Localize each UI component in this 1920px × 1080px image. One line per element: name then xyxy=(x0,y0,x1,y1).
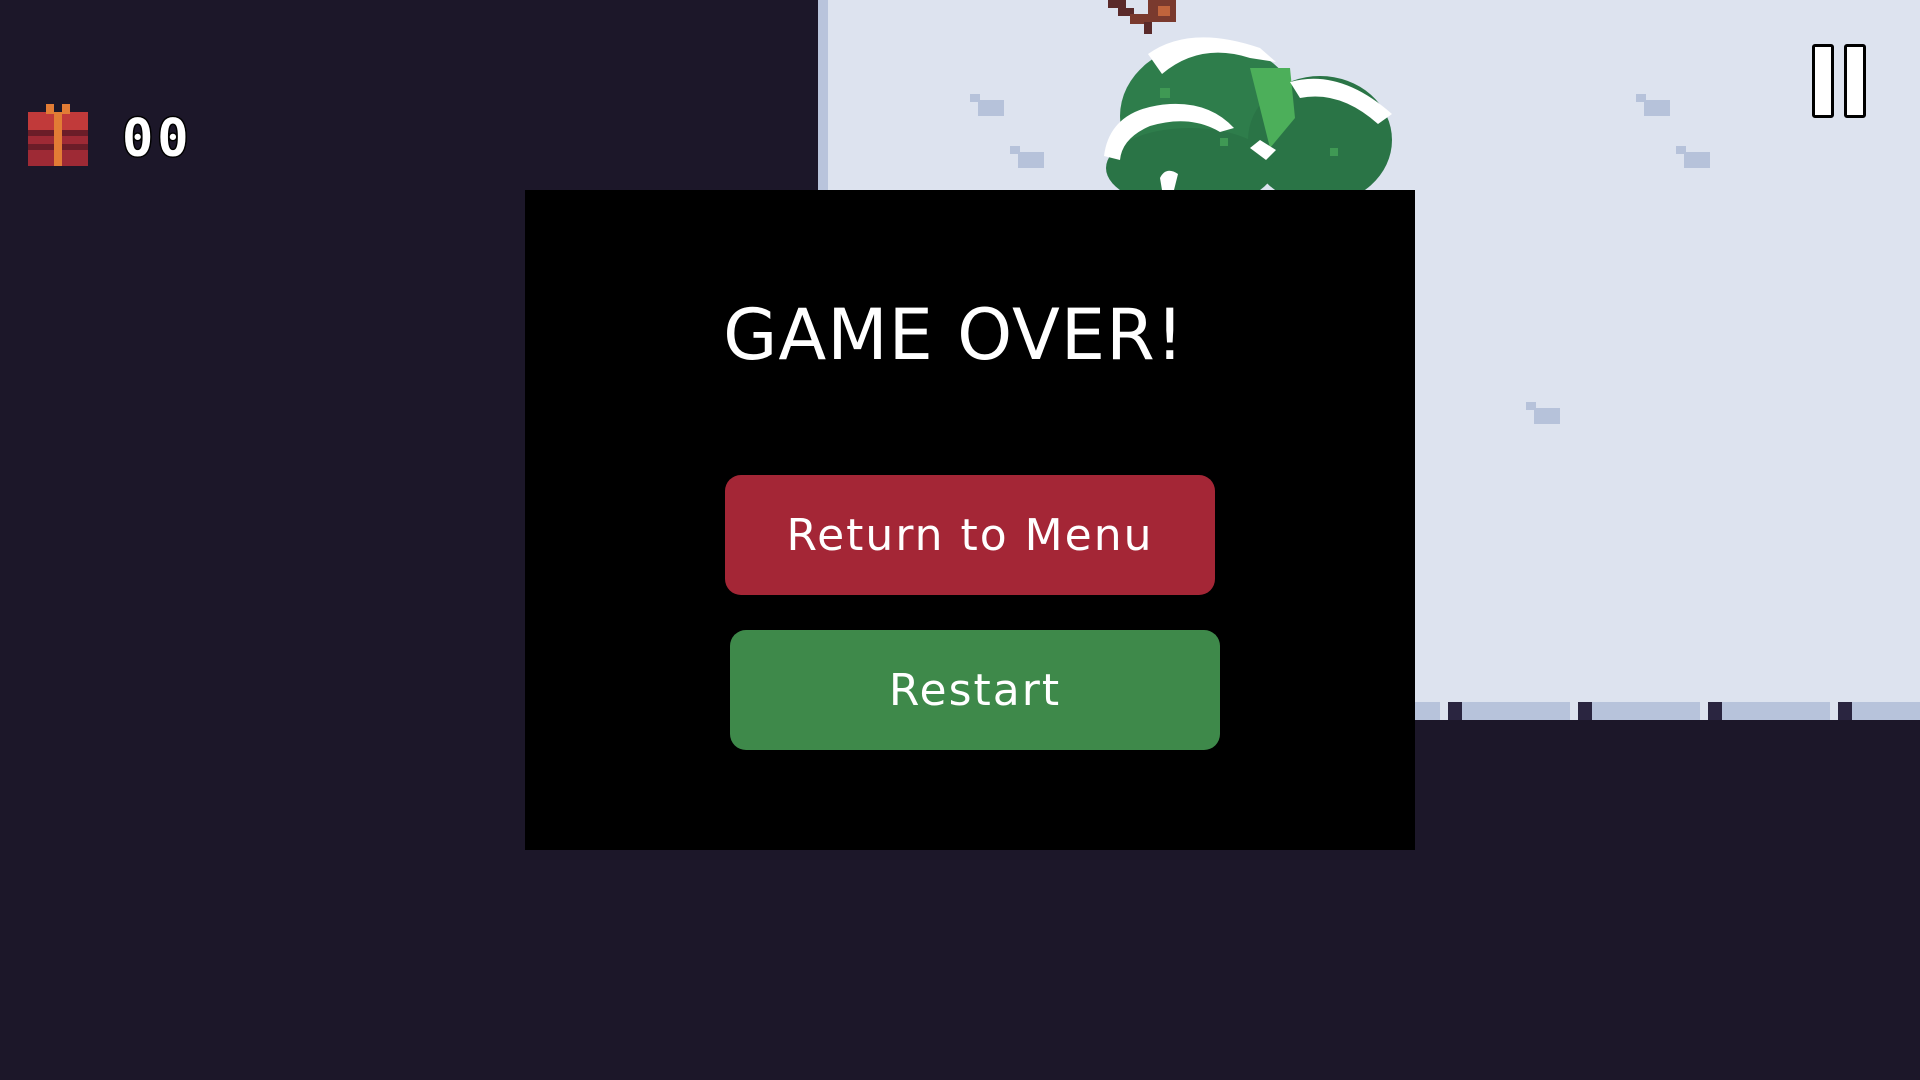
snow-tuft xyxy=(970,94,1004,116)
snow-edge xyxy=(818,0,828,190)
snow-tuft xyxy=(1010,146,1044,168)
return-to-menu-button[interactable]: Return to Menu xyxy=(725,475,1215,595)
game-over-title: GAME OVER! xyxy=(723,294,1185,376)
snow-tuft xyxy=(1676,146,1710,168)
gift-counter: 00 xyxy=(121,108,193,171)
snow-tuft xyxy=(1636,94,1670,116)
restart-button[interactable]: Restart xyxy=(730,630,1220,750)
pause-icon xyxy=(1812,44,1834,118)
snowy-bush-sprite xyxy=(1104,37,1392,190)
game-over-dialog: GAME OVER! Return to Menu Restart xyxy=(525,190,1415,850)
snow-tuft xyxy=(1526,402,1560,424)
snow-ledge xyxy=(1414,702,1920,720)
gift-icon xyxy=(28,104,88,166)
pause-button[interactable] xyxy=(1812,44,1872,118)
pause-icon xyxy=(1844,44,1866,118)
game-canvas: 00 GAME OVER! Return to Menu Restart xyxy=(0,0,1920,1080)
